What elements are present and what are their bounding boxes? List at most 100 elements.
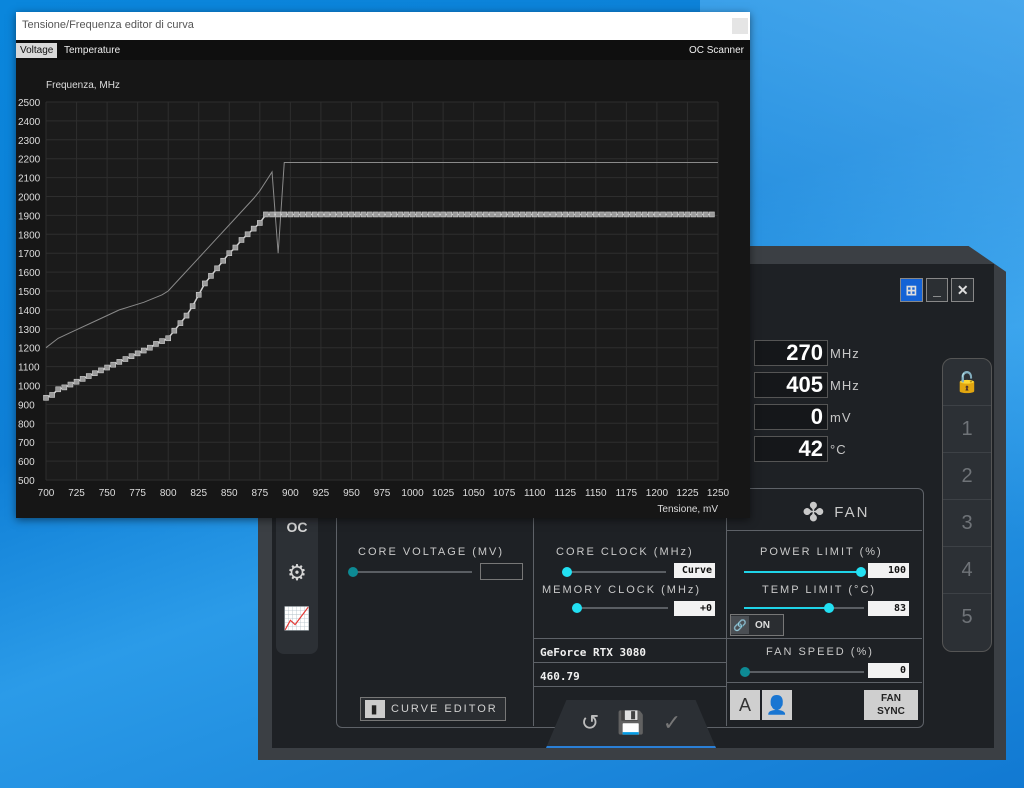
vf-curve-chart[interactable]: 700 725 750 775 800 825 850 875 900 925 950 975 1000… xyxy=(16,60,750,518)
x-tick-label: 900 xyxy=(282,488,299,499)
fan-speed-label: FAN SPEED (%) xyxy=(766,646,874,658)
profile-1-button[interactable]: 1 xyxy=(943,406,991,453)
gpu-clock-readout: 270 xyxy=(754,340,828,366)
save-icon[interactable]: 💾 xyxy=(617,710,644,736)
memory-clock-knob[interactable] xyxy=(572,603,582,613)
memory-clock-slider[interactable] xyxy=(572,603,668,613)
reset-icon[interactable]: ↺ xyxy=(581,710,599,736)
y-tick-label: 1700 xyxy=(18,249,41,260)
y-tick-label: 1000 xyxy=(18,382,41,393)
vf-curve-point xyxy=(385,211,391,218)
vf-curve-point xyxy=(391,211,398,218)
vf-curve-point xyxy=(568,211,575,218)
vf-curve-point xyxy=(92,370,98,377)
close-button[interactable]: ✕ xyxy=(951,278,975,302)
fan-header: ✤ FAN xyxy=(754,492,918,532)
vf-curve-point xyxy=(513,211,520,218)
curve-editor-window: Tensione/Frequenza editor di curva Volta… xyxy=(16,12,750,518)
memory-clock-value[interactable]: +0 xyxy=(674,601,715,616)
x-tick-label: 850 xyxy=(221,488,238,499)
power-limit-knob[interactable] xyxy=(856,567,866,577)
core-clock-knob[interactable] xyxy=(562,567,572,577)
vf-curve-point xyxy=(360,211,367,218)
vf-curve-point xyxy=(544,211,550,218)
left-toolbar: OC ⚙ 📈 xyxy=(276,504,318,654)
vf-curve-point xyxy=(617,211,624,218)
vf-curve-point xyxy=(104,364,110,371)
fan-speed-value[interactable]: 0 xyxy=(868,663,909,678)
apply-check-icon[interactable]: ✓ xyxy=(663,710,681,736)
profile-5-button[interactable]: 5 xyxy=(943,594,991,640)
settings-gear-icon[interactable]: ⚙ xyxy=(276,550,318,596)
vf-curve-point xyxy=(165,335,171,342)
vf-curve-point xyxy=(409,211,416,218)
vf-curve-point xyxy=(336,211,343,218)
vf-curve-point xyxy=(531,211,538,218)
vf-curve-point xyxy=(611,211,617,218)
curve-editor-button[interactable]: ▮ CURVE EDITOR xyxy=(360,697,506,721)
profile-2-button[interactable]: 2 xyxy=(943,453,991,500)
power-limit-value[interactable]: 100 xyxy=(868,563,909,578)
vf-curve-point xyxy=(195,291,202,298)
title-bar[interactable]: Tensione/Frequenza editor di curva xyxy=(16,12,750,40)
lock-icon[interactable]: 🔓 xyxy=(943,359,991,406)
fan-title: FAN xyxy=(834,503,870,521)
minimize-button[interactable]: _ xyxy=(925,278,949,302)
vf-curve-point xyxy=(428,211,434,218)
x-tick-label: 1050 xyxy=(463,488,486,499)
y-tick-label: 1100 xyxy=(18,363,40,374)
user-fan-icon[interactable]: 👤 xyxy=(762,690,792,720)
mem-clock-readout: 405 xyxy=(754,372,828,398)
core-voltage-knob[interactable] xyxy=(348,567,358,577)
x-tick-label: 875 xyxy=(251,488,268,499)
vf-curve-point xyxy=(464,211,471,218)
windows-icon[interactable]: ⊞ xyxy=(900,278,923,302)
vf-curve-point xyxy=(244,231,251,238)
vf-curve-point xyxy=(452,211,459,218)
action-bar: ↺ 💾 ✓ xyxy=(546,700,716,748)
vf-curve-point xyxy=(43,394,49,401)
temp-limit-knob[interactable] xyxy=(824,603,834,613)
tab-voltage[interactable]: Voltage xyxy=(16,43,58,58)
core-voltage-slider[interactable] xyxy=(348,567,472,577)
close-button[interactable] xyxy=(732,18,748,34)
fan-sync-button[interactable]: FAN SYNC xyxy=(864,690,918,720)
core-clock-slider[interactable] xyxy=(562,567,666,577)
temp-limit-slider[interactable] xyxy=(744,603,864,613)
auto-fan-icon[interactable]: A xyxy=(730,690,760,720)
gpu-clock-unit: MHz xyxy=(830,346,860,361)
y-tick-label: 700 xyxy=(18,438,35,449)
vf-curve-point xyxy=(366,211,373,218)
vf-curve-point xyxy=(134,350,141,357)
monitor-icon[interactable]: 📈 xyxy=(276,596,318,642)
link-toggle-button[interactable]: 🔗 ON xyxy=(730,614,784,636)
vf-curve-point xyxy=(580,211,587,218)
core-clock-value[interactable]: Curve xyxy=(674,563,715,578)
vf-curve-point xyxy=(709,211,715,218)
fan-speed-knob[interactable] xyxy=(740,667,750,677)
vf-curve-point xyxy=(330,211,336,218)
fan-speed-slider[interactable] xyxy=(740,667,864,677)
vf-curve-point xyxy=(220,257,226,264)
tab-temperature[interactable]: Temperature xyxy=(60,43,124,58)
profile-bar: 🔓 1 2 3 4 5 xyxy=(942,358,992,652)
vf-curve-point xyxy=(635,211,642,218)
temp-limit-value[interactable]: 83 xyxy=(868,601,909,616)
vf-curve-point xyxy=(684,211,691,218)
power-limit-slider[interactable] xyxy=(744,567,866,577)
y-tick-label: 1500 xyxy=(18,287,41,298)
vf-curve-point xyxy=(440,211,446,218)
core-clock-label: CORE CLOCK (MHz) xyxy=(556,546,694,558)
x-tick-label: 800 xyxy=(160,488,177,499)
oc-scanner-button[interactable]: OC Scanner xyxy=(685,43,748,58)
profile-3-button[interactable]: 3 xyxy=(943,500,991,547)
vf-curve-point xyxy=(140,347,147,354)
fan-mode-buttons: A 👤 xyxy=(730,690,794,720)
vf-curve-point xyxy=(507,211,514,218)
profile-4-button[interactable]: 4 xyxy=(943,547,991,594)
vf-curve-point xyxy=(593,211,599,218)
curve-editor-label: CURVE EDITOR xyxy=(391,703,498,715)
vf-curve-point xyxy=(324,211,330,218)
vf-curve-point xyxy=(672,211,679,218)
core-voltage-value[interactable] xyxy=(480,563,523,580)
